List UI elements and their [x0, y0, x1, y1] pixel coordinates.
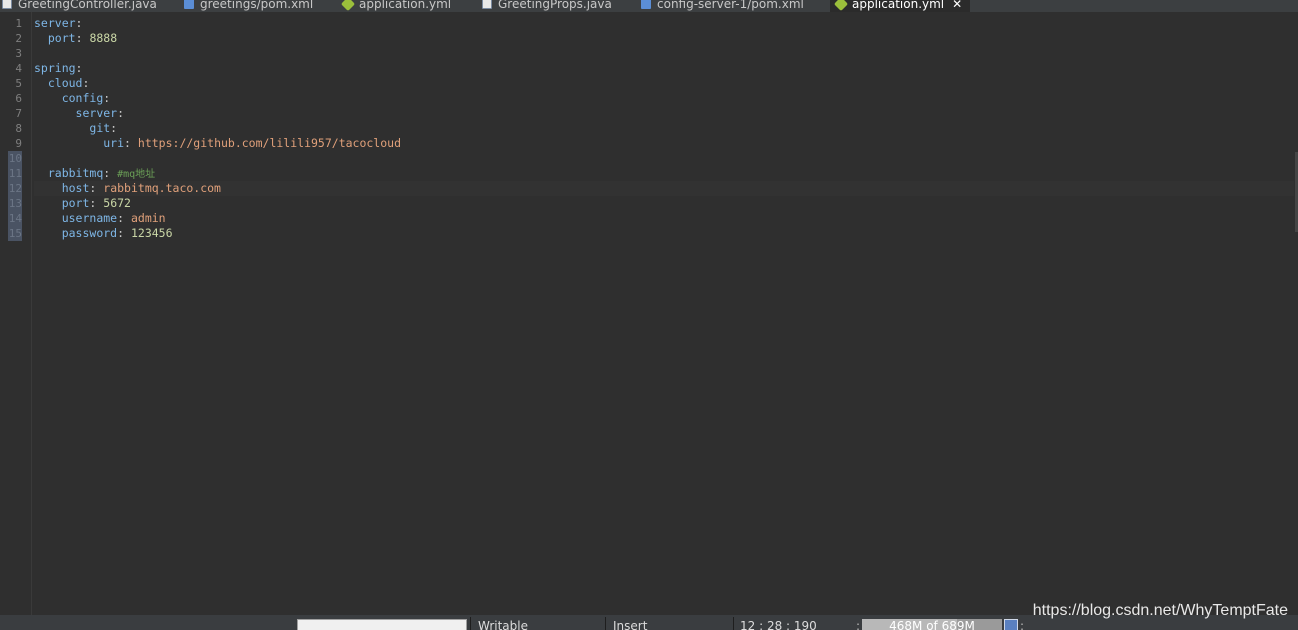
- yaml-key: git: [89, 121, 111, 135]
- yaml-colon: :: [110, 121, 118, 135]
- yaml-colon: :: [75, 16, 83, 30]
- heap-status-label: 468M of 689M: [889, 619, 975, 630]
- status-separator: [733, 617, 734, 630]
- line-number: 12: [8, 181, 22, 196]
- line-number-gutter: 1 2 3 4 5 6 7 8 9 10 11 12 13 14 15: [0, 12, 32, 615]
- yaml-key: password: [61, 226, 118, 240]
- tab-greetings-pom-xml[interactable]: greetings/pom.xml: [184, 0, 313, 12]
- code-line[interactable]: [34, 151, 1294, 166]
- code-line[interactable]: server:: [34, 16, 1294, 31]
- status-separator: [605, 617, 606, 630]
- yaml-key: port: [47, 31, 76, 45]
- yaml-key: uri: [103, 136, 125, 150]
- code-line[interactable]: port: 8888: [34, 31, 1294, 46]
- line-number: 8: [15, 122, 22, 135]
- yaml-colon: :: [103, 91, 111, 105]
- yaml-value: 5672: [103, 196, 131, 210]
- code-line[interactable]: git:: [34, 121, 1294, 136]
- yaml-key: cloud: [47, 76, 83, 90]
- yaml-file-icon: [833, 0, 849, 11]
- code-editor[interactable]: 1 2 3 4 5 6 7 8 9 10 11 12 13 14 15 serv…: [0, 12, 1298, 615]
- yaml-key: config: [61, 91, 104, 105]
- yaml-colon: :: [117, 226, 125, 240]
- yaml-key: spring: [34, 61, 76, 75]
- line-number: 9: [15, 137, 22, 150]
- tab-application-yml-1[interactable]: application.yml: [340, 0, 452, 12]
- code-line[interactable]: uri: https://github.com/lilili957/tacocl…: [34, 136, 1294, 151]
- status-insert-mode[interactable]: Insert: [613, 619, 647, 630]
- yaml-key: server: [34, 16, 76, 30]
- line-number: 7: [15, 107, 22, 120]
- line-number: 14: [8, 211, 22, 226]
- tab-application-yml-active[interactable]: application.yml ✕: [830, 0, 971, 12]
- line-number: 11: [8, 166, 22, 181]
- yaml-key: host: [61, 181, 90, 195]
- tab-greeting-props-java[interactable]: GreetingProps.java: [482, 0, 612, 12]
- heap-status: 468M of 689M: [862, 619, 1002, 630]
- yaml-colon: :: [117, 106, 125, 120]
- status-grip: :: [1020, 619, 1025, 630]
- yaml-value: 8888: [89, 31, 118, 45]
- code-line[interactable]: port: 5672: [34, 196, 1294, 211]
- watermark: https://blog.csdn.net/WhyTemptFate: [1032, 602, 1288, 619]
- yaml-key: port: [61, 196, 90, 210]
- yaml-value: 123456: [130, 226, 173, 240]
- line-number: 1: [15, 17, 22, 30]
- line-number: 3: [15, 47, 22, 60]
- code-line[interactable]: server:: [34, 106, 1294, 121]
- status-writable: Writable: [478, 619, 528, 630]
- close-icon[interactable]: ✕: [952, 0, 962, 11]
- java-file-icon: [2, 0, 12, 9]
- code-line[interactable]: rabbitmq: #mq地址: [34, 166, 1294, 181]
- line-number: 2: [15, 32, 22, 45]
- trash-icon[interactable]: [1004, 619, 1018, 630]
- yaml-file-icon: [340, 0, 356, 11]
- yaml-colon: :: [103, 166, 111, 180]
- editor-tab-bar: GreetingController.java greetings/pom.xm…: [0, 0, 1298, 12]
- tab-label: GreetingProps.java: [498, 0, 612, 11]
- java-file-icon: [482, 0, 492, 9]
- yaml-value: https://github.com/lilili957/tacocloud: [137, 136, 402, 150]
- line-number: 13: [8, 196, 22, 211]
- status-message-field: [297, 619, 467, 630]
- tab-label: greetings/pom.xml: [200, 0, 314, 11]
- status-cursor-position[interactable]: 12 : 28 : 190: [740, 619, 817, 630]
- yaml-colon: :: [117, 211, 125, 225]
- code-line[interactable]: [34, 46, 1294, 61]
- maven-pom-icon: [184, 0, 194, 9]
- yaml-key: rabbitmq: [47, 166, 104, 180]
- yaml-value: rabbitmq.taco.com: [103, 181, 221, 195]
- code-line[interactable]: password: 123456: [34, 226, 1294, 241]
- yaml-colon: :: [75, 31, 83, 45]
- yaml-colon: :: [124, 136, 131, 150]
- status-grip: :: [856, 619, 861, 630]
- line-number: 5: [15, 77, 22, 90]
- code-line[interactable]: spring:: [34, 61, 1294, 76]
- code-line[interactable]: config:: [34, 91, 1294, 106]
- yaml-colon: :: [89, 196, 97, 210]
- tab-label: application.yml: [359, 0, 452, 11]
- line-number: 10: [8, 151, 22, 166]
- yaml-colon: :: [89, 181, 97, 195]
- code-line-current[interactable]: host: rabbitmq.taco.com: [34, 181, 1294, 196]
- tab-label: GreetingController.java: [18, 0, 157, 11]
- line-number: 15: [8, 226, 22, 241]
- yaml-key: username: [61, 211, 118, 225]
- yaml-key: server: [75, 106, 118, 120]
- code-line[interactable]: cloud:: [34, 76, 1294, 91]
- line-number: 6: [15, 92, 22, 105]
- code-line[interactable]: username: admin: [34, 211, 1294, 226]
- line-number: 4: [15, 62, 22, 75]
- yaml-colon: :: [82, 76, 90, 90]
- yaml-value: admin: [130, 211, 166, 225]
- tab-config-server-pom-xml[interactable]: config-server-1/pom.xml: [641, 0, 804, 12]
- maven-pom-icon: [641, 0, 651, 9]
- tab-label: config-server-1/pom.xml: [657, 0, 804, 11]
- tab-greeting-controller-java[interactable]: GreetingController.java: [2, 0, 157, 12]
- status-separator: [470, 617, 471, 630]
- yaml-colon: :: [75, 61, 83, 75]
- yaml-comment: #mq地址: [117, 169, 156, 180]
- tab-label: application.yml: [852, 0, 945, 11]
